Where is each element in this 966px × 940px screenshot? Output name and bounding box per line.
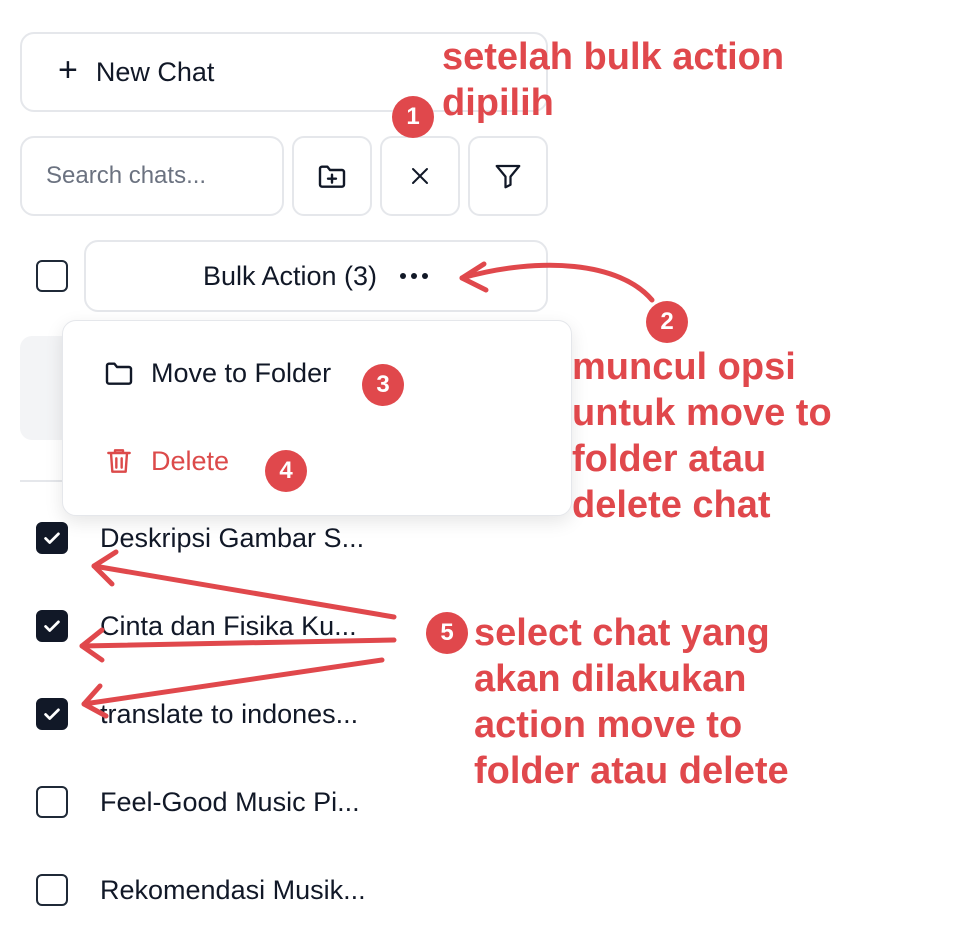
arrow-to-chat-1 <box>91 563 397 620</box>
arrow-to-bulk-action <box>459 262 655 303</box>
arrow-to-chat-3 <box>81 657 385 707</box>
arrow-to-chat-2 <box>79 637 397 649</box>
annotation-arrows <box>79 261 655 719</box>
